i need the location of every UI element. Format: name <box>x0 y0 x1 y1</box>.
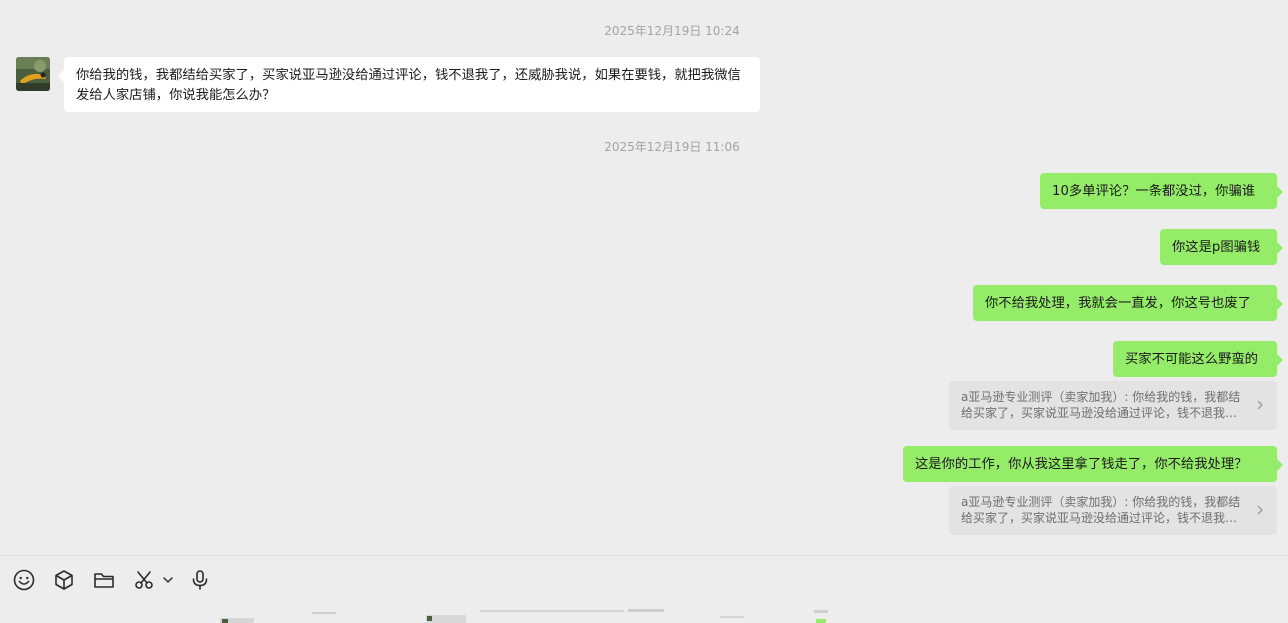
quoted-message[interactable]: a亚马逊专业测评（卖家加我）: 你给我的钱，我都结给买家了，买家说亚马逊没给通过… <box>949 381 1277 430</box>
quoted-message-text: a亚马逊专业测评（卖家加我）: 你给我的钱，我都结给买家了，买家说亚马逊没给通过… <box>961 495 1241 525</box>
screenshot-options-button[interactable] <box>160 572 176 588</box>
emoji-icon <box>13 569 35 591</box>
incoming-message-bubble[interactable]: 你给我的钱，我都结给买家了，买家说亚马逊没给通过评论，钱不退我了，还威胁我说，如… <box>58 57 760 112</box>
outgoing-message-bubble[interactable]: 你这是p图骗钱 <box>1160 229 1283 265</box>
avatar-image <box>16 57 50 91</box>
timestamp: 2025年12月19日 11:06 <box>604 140 740 154</box>
outgoing-message-bubble[interactable]: 10多单评论？一条都没过，你骗谁 <box>1040 173 1283 209</box>
chevron-down-icon <box>163 577 173 583</box>
timestamp: 2025年12月19日 10:24 <box>604 24 740 38</box>
outgoing-message-bubble[interactable]: 买家不可能这么野蛮的 <box>1113 341 1283 377</box>
voice-input-button[interactable] <box>188 568 212 592</box>
file-button[interactable] <box>92 568 116 592</box>
chat-message-area[interactable]: 2025年12月19日 10:24 你给我的钱，我都结给买家了，买家说亚马逊没给… <box>0 0 1288 555</box>
cube-icon <box>55 570 73 590</box>
quoted-message[interactable]: a亚马逊专业测评（卖家加我）: 你给我的钱，我都结给买家了，买家说亚马逊没给通过… <box>949 486 1277 535</box>
quoted-message-text: a亚马逊专业测评（卖家加我）: 你给我的钱，我都结给买家了，买家说亚马逊没给通过… <box>961 390 1241 420</box>
thumbnail-strip <box>220 609 828 623</box>
outgoing-message-bubble[interactable]: 这是你的工作，你从我这里拿了钱走了，你不给我处理？ <box>903 446 1283 482</box>
avatar[interactable] <box>16 57 50 91</box>
screenshot-button[interactable] <box>132 568 156 592</box>
chevron-right-icon <box>1257 400 1263 410</box>
microphone-icon <box>192 570 208 590</box>
emoji-button[interactable] <box>12 568 36 592</box>
input-toolbar <box>0 555 1288 623</box>
scissors-icon <box>135 571 153 589</box>
outgoing-message-bubble[interactable]: 你不给我处理，我就会一直发，你这号也废了 <box>973 285 1283 321</box>
folder-icon <box>94 573 114 588</box>
sticker-button[interactable] <box>52 568 76 592</box>
chevron-right-icon <box>1257 505 1263 515</box>
